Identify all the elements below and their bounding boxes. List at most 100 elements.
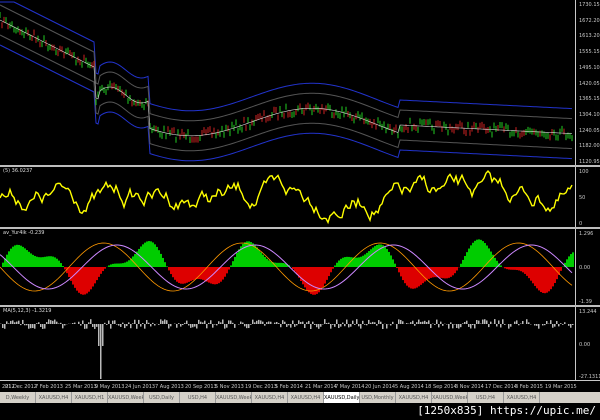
histogram-bar <box>4 324 6 329</box>
axis-label: 1365.15 <box>579 96 600 103</box>
histogram-bar <box>344 257 346 267</box>
chart-tab[interactable]: XAUUSD,Weekly <box>216 392 252 403</box>
histogram-bar <box>256 247 258 267</box>
histogram-bar <box>90 319 92 324</box>
histogram-bar <box>398 267 400 273</box>
histogram-bar <box>128 322 130 324</box>
histogram-bar <box>40 324 42 327</box>
chart-tab[interactable]: XAUUSD,H4 <box>36 392 72 403</box>
histogram-bar <box>500 324 502 328</box>
histogram-bar <box>240 321 242 324</box>
histogram-bar <box>358 324 360 327</box>
oscillator-2-axis: 1.296 0.00 -1.39 <box>575 229 600 305</box>
histogram-bar <box>238 324 240 325</box>
histogram-bar <box>332 267 334 269</box>
price-chart[interactable] <box>0 0 575 165</box>
histogram-bar <box>228 320 230 324</box>
histogram-bar <box>326 323 328 324</box>
chart-tab[interactable]: XAUUSD,Weekly <box>108 392 144 403</box>
chart-tab[interactable]: XAUUSD,H4 <box>252 392 288 403</box>
axis-label: 100 <box>579 169 589 175</box>
histogram-bar <box>328 322 330 324</box>
histogram-bar <box>404 267 406 284</box>
time-label: 3 Nov 2014 <box>455 384 484 390</box>
histogram-bar <box>36 256 38 267</box>
histogram-bar <box>370 322 372 324</box>
histogram-bar <box>304 324 306 329</box>
histogram-bar <box>360 324 362 329</box>
histogram-bar <box>346 319 348 324</box>
histogram-bar <box>200 321 202 324</box>
histogram-bar <box>114 263 116 267</box>
histogram-bar <box>52 320 54 324</box>
oscillator-3-pane[interactable]: MA(5,12,3) -1.3219 <box>0 307 575 380</box>
chart-tab[interactable]: XAUUSD,Daily <box>324 392 360 403</box>
histogram-bar <box>38 257 40 267</box>
histogram-bar <box>220 322 222 324</box>
histogram-bar <box>392 321 394 324</box>
histogram-bar <box>166 266 168 267</box>
histogram-bar <box>478 320 480 324</box>
histogram-bar <box>224 324 226 329</box>
chart-tab[interactable]: XAUUSD,Weekly <box>432 392 468 403</box>
histogram-bar <box>162 320 164 324</box>
histogram-bar <box>312 321 314 324</box>
histogram-bar <box>564 322 566 324</box>
chart-tab[interactable]: USD,H4 <box>468 392 504 403</box>
histogram-bar <box>148 322 150 324</box>
chart-tab[interactable]: XAUUSD,H4 <box>396 392 432 403</box>
histogram-bar <box>302 267 304 285</box>
histogram-bar <box>102 267 104 272</box>
histogram-bar <box>382 324 384 329</box>
chart-tab[interactable]: USD,Daily <box>144 392 180 403</box>
histogram-bar <box>114 320 116 324</box>
histogram-bar <box>44 324 46 329</box>
chart-tab[interactable]: XAUUSD,H4 <box>504 392 540 403</box>
chart-tab[interactable]: XAUUSD,H1 <box>72 392 108 403</box>
histogram-bar <box>546 321 548 324</box>
chart-tab[interactable]: USD,H4 <box>180 392 216 403</box>
histogram-bar <box>388 251 390 267</box>
histogram-bar <box>12 246 14 267</box>
histogram-bar <box>74 267 76 288</box>
chart-tab[interactable]: XAUUSD,H4 <box>288 392 324 403</box>
histogram-bar <box>428 320 430 324</box>
chart-tab[interactable]: USD,Monthly <box>360 392 396 403</box>
histogram-bar <box>208 267 210 283</box>
histogram-bar <box>124 262 126 267</box>
histogram-bar <box>186 320 188 324</box>
histogram-bar <box>336 319 338 324</box>
histogram-bar <box>234 256 236 267</box>
histogram-bar <box>414 267 416 289</box>
histogram-bar <box>402 267 404 281</box>
axis-label: 0.00 <box>579 341 591 348</box>
histogram-bar <box>568 324 570 326</box>
histogram-bar <box>88 322 90 324</box>
histogram-bar <box>498 320 500 324</box>
histogram-bar <box>520 267 522 272</box>
histogram-bar <box>436 319 438 324</box>
histogram-bar <box>188 267 190 282</box>
histogram-bar <box>82 267 84 295</box>
histogram-bar <box>14 322 16 324</box>
histogram-bar <box>64 267 66 270</box>
oscillator-2-pane[interactable]: av_Yur4ik -0.239 <box>0 229 575 305</box>
histogram-bar <box>318 324 320 329</box>
chart-tab[interactable]: D,Weekly <box>0 392 36 403</box>
histogram-bar <box>308 267 310 293</box>
histogram-bar <box>136 324 138 329</box>
time-label: 7 Feb 2013 <box>35 384 63 390</box>
histogram-bar <box>108 265 110 267</box>
axis-label: 1495.10 <box>579 64 600 71</box>
histogram-bar <box>110 324 112 329</box>
oscillator-1-pane[interactable]: (5) 36.0237 <box>0 167 575 227</box>
histogram-bar <box>48 319 50 324</box>
histogram-bar <box>266 258 268 267</box>
histogram-bar <box>518 324 520 326</box>
time-label: 18 Sep 2014 <box>425 384 457 390</box>
histogram-bar <box>342 257 344 267</box>
time-label: 19 Mar 2015 <box>545 384 577 390</box>
histogram-bar <box>232 322 234 324</box>
histogram-bar <box>60 322 62 324</box>
histogram-bar <box>134 319 136 324</box>
